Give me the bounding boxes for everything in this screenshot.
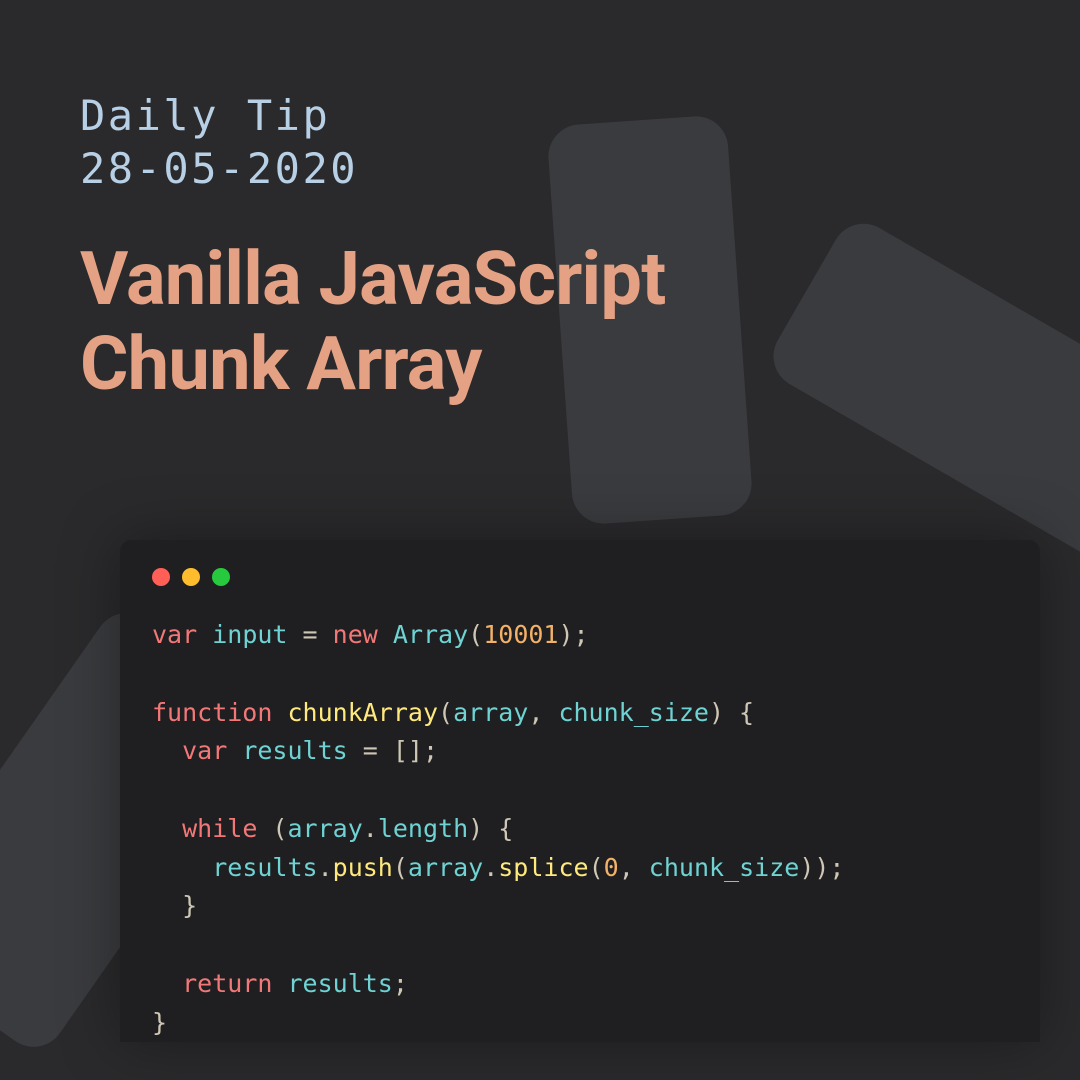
- code-punct: ) {: [468, 814, 513, 843]
- code-indent: [152, 814, 182, 843]
- code-punct: (: [393, 853, 408, 882]
- code-indent: [152, 736, 182, 765]
- code-variable: results: [287, 969, 392, 998]
- code-method: push: [333, 853, 393, 882]
- code-param: array: [453, 698, 528, 727]
- subtitle-date: 28-05-2020: [80, 143, 1000, 196]
- code-variable: results: [212, 853, 317, 882]
- code-keyword: new: [333, 620, 378, 649]
- code-punct: ));: [799, 853, 844, 882]
- code-space: [272, 969, 287, 998]
- code-indent: [152, 969, 182, 998]
- code-function: chunkArray: [287, 698, 438, 727]
- code-keyword: var: [152, 620, 197, 649]
- code-punct: ) {: [709, 698, 754, 727]
- code-punct: .: [363, 814, 378, 843]
- code-punct: (: [438, 698, 453, 727]
- code-editor-window: var input = new Array(10001); function c…: [120, 540, 1040, 1042]
- code-punct: ,: [528, 698, 558, 727]
- minimize-icon: [182, 568, 200, 586]
- code-keyword: function: [152, 698, 272, 727]
- code-punct: .: [483, 853, 498, 882]
- subtitle: Daily Tip 28-05-2020: [80, 90, 1000, 195]
- code-punct: .: [318, 853, 333, 882]
- code-punct: );: [558, 620, 588, 649]
- title-line: Chunk Array: [80, 322, 1000, 407]
- code-property: length: [378, 814, 468, 843]
- code-variable: array: [408, 853, 483, 882]
- code-method: splice: [498, 853, 588, 882]
- close-icon: [152, 568, 170, 586]
- code-punct: }: [152, 1008, 167, 1037]
- code-keyword: while: [182, 814, 257, 843]
- code-punct: }: [152, 891, 197, 920]
- subtitle-line: Daily Tip: [80, 90, 1000, 143]
- header-block: Daily Tip 28-05-2020 Vanilla JavaScript …: [0, 0, 1080, 407]
- code-punct: ;: [393, 969, 408, 998]
- code-punct: (: [468, 620, 483, 649]
- code-punct: ,: [619, 853, 649, 882]
- code-param: chunk_size: [558, 698, 709, 727]
- code-variable: input: [212, 620, 287, 649]
- title-line: Vanilla JavaScript: [80, 237, 1000, 322]
- code-operator: =: [363, 736, 378, 765]
- window-traffic-lights: [152, 568, 1008, 586]
- code-variable: results: [242, 736, 347, 765]
- page-title: Vanilla JavaScript Chunk Array: [80, 237, 1000, 407]
- code-keyword: return: [182, 969, 272, 998]
- code-number: 10001: [483, 620, 558, 649]
- code-block: var input = new Array(10001); function c…: [152, 616, 1008, 1042]
- code-variable: chunk_size: [649, 853, 800, 882]
- code-variable: array: [287, 814, 362, 843]
- code-punct: (: [257, 814, 287, 843]
- code-indent: [152, 853, 212, 882]
- code-punct: (: [589, 853, 604, 882]
- code-number: 0: [604, 853, 619, 882]
- code-punct: [];: [393, 736, 438, 765]
- code-operator: =: [303, 620, 318, 649]
- code-keyword: var: [182, 736, 227, 765]
- code-class: Array: [393, 620, 468, 649]
- maximize-icon: [212, 568, 230, 586]
